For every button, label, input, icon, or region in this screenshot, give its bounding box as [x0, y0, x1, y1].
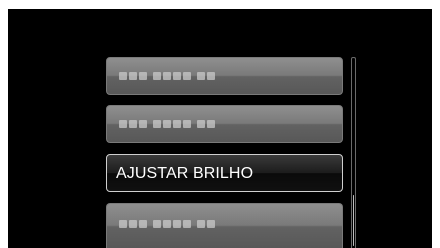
menu-item-2[interactable] — [106, 105, 343, 143]
placeholder-text-blocks — [119, 220, 221, 228]
menu-item-4[interactable] — [106, 203, 343, 248]
placeholder-text-blocks — [119, 72, 221, 80]
menu-item-ajustar-brilho[interactable]: AJUSTAR BRILHO — [106, 154, 343, 192]
menu-item-1[interactable] — [106, 57, 343, 95]
menu-item-label: AJUSTAR BRILHO — [116, 165, 254, 182]
scrollbar[interactable] — [351, 57, 356, 248]
scrollbar-thumb[interactable] — [353, 195, 354, 246]
menu-screen: AJUSTAR BRILHO — [8, 9, 432, 248]
placeholder-text-blocks — [119, 120, 221, 128]
